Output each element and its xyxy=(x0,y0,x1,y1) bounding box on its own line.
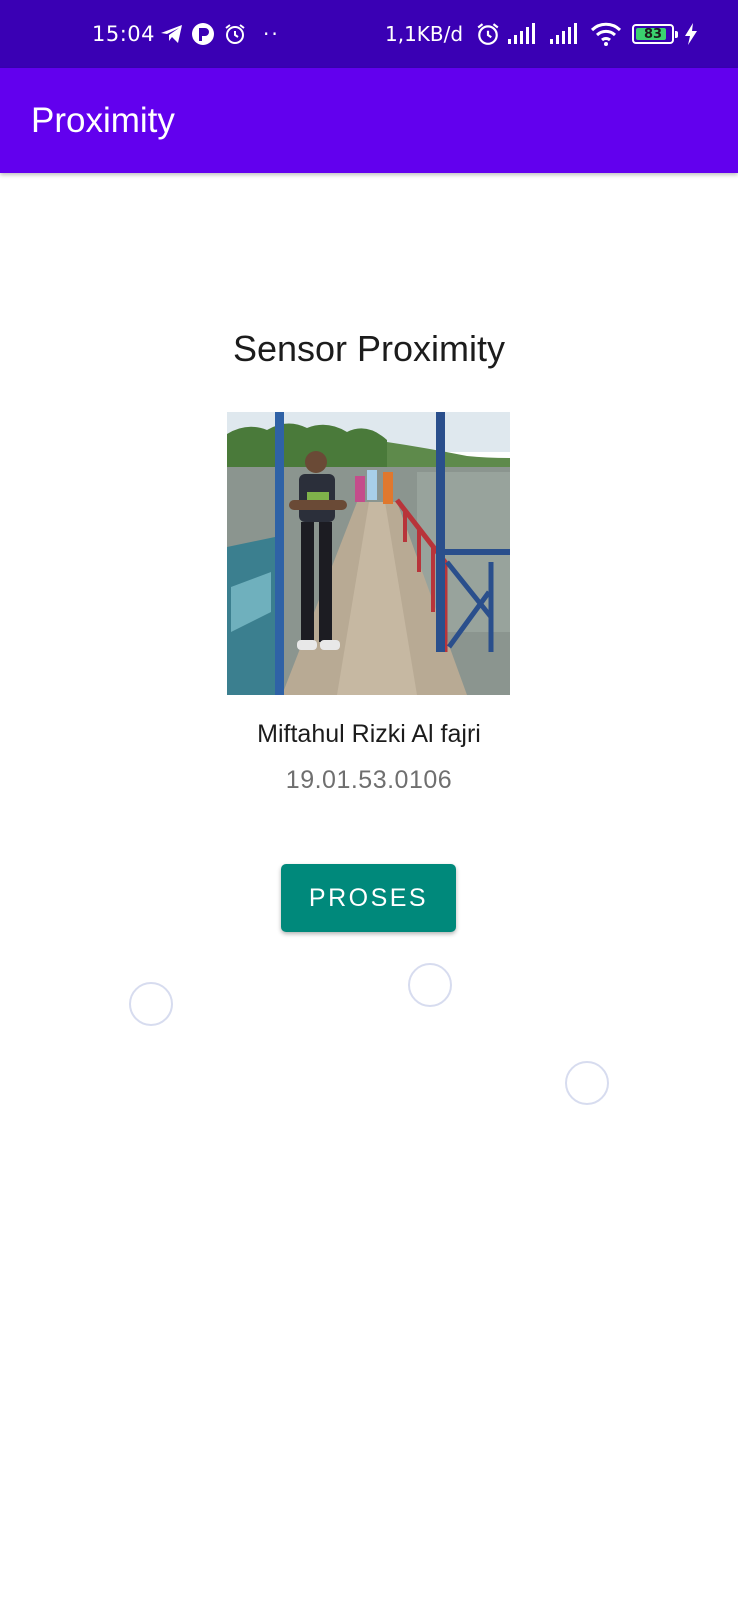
more-notifications-icon: ·· xyxy=(263,22,280,46)
app-icon xyxy=(191,0,215,68)
battery-level: 83 xyxy=(643,26,663,42)
battery-icon: 83 xyxy=(632,0,678,68)
network-speed: 1,1KB/d xyxy=(385,22,464,46)
app-title: Proximity xyxy=(31,100,175,140)
signal-icon xyxy=(508,0,542,68)
status-bar: 15:04 ·· 1,1KB/d 83 xyxy=(0,0,738,68)
signal-icon xyxy=(550,0,584,68)
proses-button[interactable]: PROSES xyxy=(281,864,456,932)
profile-photo xyxy=(227,412,510,695)
telegram-icon xyxy=(160,0,184,68)
touch-indicator xyxy=(565,1061,609,1105)
alarm-icon xyxy=(224,0,246,68)
status-time: 15:04 xyxy=(92,22,156,46)
app-bar: Proximity xyxy=(0,68,738,173)
person-name: Miftahul Rizki Al fajri xyxy=(257,720,481,748)
wifi-icon xyxy=(590,0,622,68)
touch-indicator xyxy=(408,963,452,1007)
student-id: 19.01.53.0106 xyxy=(285,766,453,794)
page-heading: Sensor Proximity xyxy=(232,328,506,369)
alarm-icon xyxy=(476,0,500,68)
touch-indicator xyxy=(129,982,173,1026)
charging-icon xyxy=(684,0,698,68)
